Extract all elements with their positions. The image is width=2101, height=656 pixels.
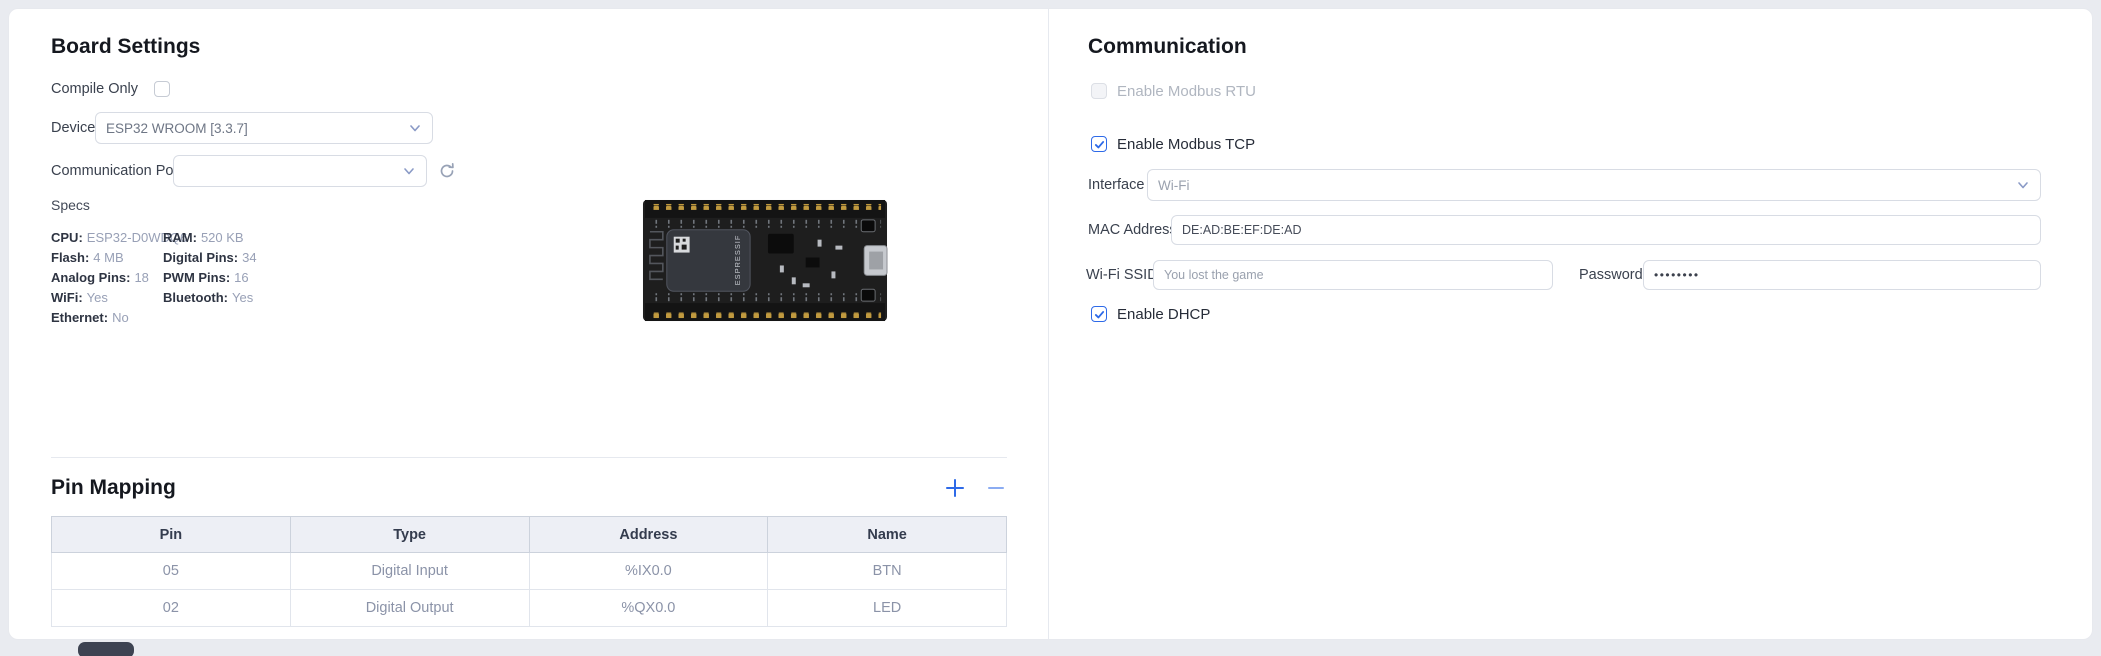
spec-analog-pins: Analog Pins: 18 <box>51 269 149 285</box>
refresh-icon <box>440 162 454 178</box>
dhcp-checkbox[interactable] <box>1091 306 1107 322</box>
type-cell[interactable]: Digital Input <box>289 552 530 590</box>
interface-row: Interface <box>1088 169 1144 201</box>
name-cell[interactable]: BTN <box>767 552 1007 590</box>
compile-only-label: Compile Only <box>51 81 139 97</box>
mac-address-label: MAC Address <box>1088 222 1177 238</box>
bottom-partial-element[interactable] <box>78 642 134 656</box>
spec-ethernet: Ethernet: No <box>51 309 129 325</box>
name-cell[interactable]: LED <box>767 589 1007 627</box>
address-cell[interactable]: %QX0.0 <box>528 589 769 627</box>
pin-mapping-header: Pin Mapping <box>51 471 1007 505</box>
board-silkscreen-text: ESPRESSIF <box>733 235 742 286</box>
chevron-down-icon <box>410 125 420 132</box>
plus-icon <box>946 479 964 497</box>
panel-divider <box>1048 9 1049 639</box>
type-cell[interactable]: Digital Output <box>289 589 530 627</box>
minus-icon <box>988 487 1004 489</box>
add-pin-button[interactable] <box>943 476 967 500</box>
name-column-header: Name <box>767 516 1007 553</box>
address-column-header: Address <box>528 516 769 553</box>
spec-wifi: WiFi: Yes <box>51 289 108 305</box>
password-input[interactable] <box>1643 260 2041 290</box>
settings-card: Board Settings Compile Only Device ESP32… <box>8 8 2093 640</box>
interface-label: Interface <box>1088 177 1145 193</box>
mac-address-row: MAC Address <box>1088 215 1177 245</box>
spec-cpu: CPU: ESP32-D0WDQ6 <box>51 229 188 245</box>
wifi-ssid-input[interactable] <box>1153 260 1553 290</box>
spec-flash: Flash: 4 MB <box>51 249 124 265</box>
modbus-rtu-row: Enable Modbus RTU <box>1091 82 1256 100</box>
board-image: ESPRESSIF <box>642 199 888 322</box>
type-column-header: Type <box>289 516 530 553</box>
mac-address-input[interactable] <box>1171 215 2041 245</box>
check-icon <box>1094 310 1104 318</box>
remove-pin-button[interactable] <box>985 477 1007 499</box>
wifi-ssid-label: Wi-Fi SSID <box>1086 267 1158 283</box>
modbus-tcp-label: Enable Modbus TCP <box>1117 135 1256 153</box>
device-select[interactable]: ESP32 WROOM [3.3.7] <box>95 112 433 144</box>
password-row: Password <box>1579 260 1643 290</box>
specs-grid: CPU: ESP32-D0WDQ6 RAM: 520 KB Flash: 4 MB D… <box>51 227 257 327</box>
check-icon <box>1094 140 1104 148</box>
chevron-down-icon <box>404 168 414 175</box>
spec-bluetooth: Bluetooth: Yes <box>163 289 254 305</box>
pin-row: 02 Digital Output %QX0.0 LED <box>51 589 1007 627</box>
page: Board Settings Compile Only Device ESP32… <box>0 0 2101 656</box>
pin-column-header: Pin <box>51 516 291 553</box>
dhcp-row: Enable DHCP <box>1091 305 1210 323</box>
section-divider <box>51 457 1007 458</box>
board-settings-title: Board Settings <box>51 35 201 58</box>
password-label: Password <box>1579 267 1643 283</box>
modbus-tcp-checkbox[interactable] <box>1091 136 1107 152</box>
modbus-rtu-label: Enable Modbus RTU <box>1117 82 1256 100</box>
modbus-rtu-checkbox[interactable] <box>1091 83 1107 99</box>
pin-row: 05 Digital Input %IX0.0 BTN <box>51 552 1007 590</box>
interface-select[interactable]: Wi-Fi <box>1147 169 2041 201</box>
device-row: Device <box>51 112 95 144</box>
wifi-ssid-row: Wi-Fi SSID <box>1086 260 1158 290</box>
device-select-value: ESP32 WROOM [3.3.7] <box>106 120 248 136</box>
pin-table-header-row: Pin Type Address Name <box>51 516 1007 553</box>
device-label: Device <box>51 120 96 136</box>
address-cell[interactable]: %IX0.0 <box>528 552 769 590</box>
communication-port-label: Communication Port <box>51 163 183 179</box>
refresh-ports-button[interactable] <box>438 162 456 180</box>
compile-only-checkbox[interactable] <box>154 81 171 97</box>
spec-digital-pins: Digital Pins: 34 <box>163 249 257 265</box>
modbus-tcp-row: Enable Modbus TCP <box>1091 135 1255 153</box>
pin-cell[interactable]: 02 <box>51 589 291 627</box>
chevron-down-icon <box>2018 182 2028 189</box>
compile-only-row: Compile Only <box>51 79 171 99</box>
pin-mapping-title: Pin Mapping <box>51 476 176 499</box>
communication-port-select[interactable] <box>173 155 427 187</box>
spec-pwm-pins: PWM Pins: 16 <box>163 269 249 285</box>
communication-title: Communication <box>1088 35 1247 58</box>
specs-title: Specs <box>51 197 90 213</box>
spec-ram: RAM: 520 KB <box>163 229 244 245</box>
pin-mapping-table: Pin Type Address Name 05 Digital Input %… <box>51 516 1007 627</box>
communication-port-row: Communication Port <box>51 155 182 187</box>
interface-select-value: Wi-Fi <box>1158 177 1190 193</box>
pin-cell[interactable]: 05 <box>51 552 291 590</box>
dhcp-label: Enable DHCP <box>1117 305 1211 323</box>
